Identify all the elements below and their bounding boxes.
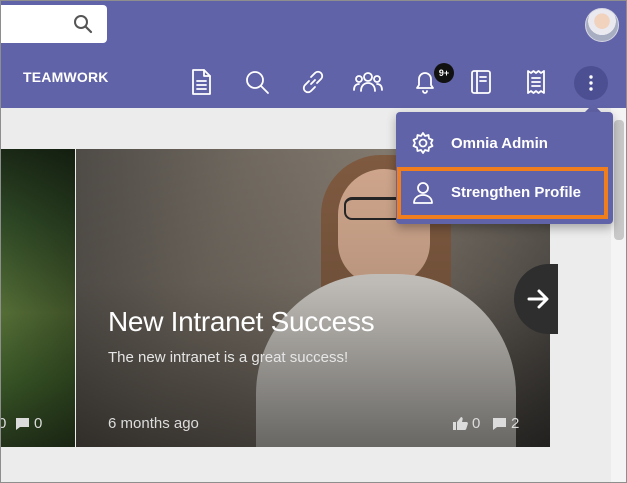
menu-item-strengthen-profile[interactable]: Strengthen Profile	[396, 167, 613, 217]
scrollbar-thumb[interactable]	[614, 120, 624, 240]
menu-item-label: Strengthen Profile	[451, 183, 582, 201]
search-icon[interactable]	[241, 66, 273, 98]
slide-comments[interactable]: 2	[492, 415, 519, 432]
notification-badge: 9+	[434, 63, 454, 83]
more-options-button[interactable]	[574, 66, 608, 100]
user-avatar[interactable]	[585, 8, 619, 42]
search-icon[interactable]	[73, 14, 93, 34]
search-box[interactable]	[0, 5, 107, 43]
people-icon[interactable]	[352, 66, 384, 98]
receipt-icon[interactable]	[520, 66, 552, 98]
left-slide-likes: 0	[0, 415, 7, 432]
slide-likes[interactable]: 0	[452, 415, 480, 432]
more-vertical-icon	[589, 75, 593, 91]
comment-icon	[16, 417, 29, 430]
document-icon[interactable]	[185, 66, 217, 98]
menu-item-label: Omnia Admin	[451, 134, 548, 152]
user-icon	[410, 179, 436, 205]
book-icon[interactable]	[465, 66, 497, 98]
more-options-menu: Omnia Admin Strengthen Profile	[396, 112, 613, 224]
slide-timestamp: 6 months ago	[108, 415, 199, 432]
left-slide-comments: 0	[15, 415, 42, 432]
comment-icon	[493, 417, 506, 430]
link-icon[interactable]	[297, 66, 329, 98]
slide-description: The new intranet is a great success!	[108, 349, 349, 366]
gear-icon	[410, 130, 436, 156]
site-title[interactable]: TEAMWORK	[23, 69, 109, 85]
menu-item-omnia-admin[interactable]: Omnia Admin	[396, 118, 613, 168]
thumbs-up-icon	[453, 417, 468, 430]
menu-caret	[585, 104, 601, 112]
arrow-right-icon	[527, 289, 549, 309]
slide-title[interactable]: New Intranet Success	[108, 306, 375, 338]
previous-slide-image[interactable]	[0, 149, 75, 447]
